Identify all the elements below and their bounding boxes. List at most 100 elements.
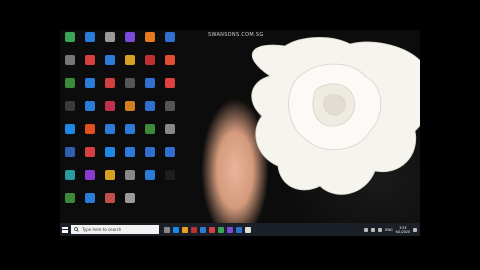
- app-tile-icon: [145, 55, 155, 65]
- system-tray: ENG 3:53 6/1/2020: [364, 226, 420, 234]
- taskbar-app-icon[interactable]: [182, 226, 188, 233]
- desktop-shortcut-icon[interactable]: [102, 55, 118, 77]
- app-tile-icon: [65, 170, 75, 180]
- desktop-shortcut-icon[interactable]: [62, 124, 78, 146]
- app-tile-icon: [145, 124, 155, 134]
- app-tile-icon: [145, 78, 155, 88]
- desktop-shortcut-icon[interactable]: [142, 170, 158, 192]
- desktop-shortcut-icon[interactable]: [122, 147, 138, 169]
- app-tile-icon: [85, 170, 95, 180]
- taskbar-app-icon[interactable]: [227, 226, 233, 233]
- wallpaper-watermark: SWANSONS.COM.SG: [208, 32, 264, 38]
- app-tile-icon: [105, 101, 115, 111]
- desktop-shortcut-icon[interactable]: [142, 55, 158, 77]
- start-button[interactable]: [60, 223, 70, 236]
- desktop-shortcut-icon[interactable]: [142, 147, 158, 169]
- desktop-shortcut-icon[interactable]: [142, 124, 158, 146]
- desktop-shortcut-icon[interactable]: [62, 32, 78, 54]
- app-tile-icon: [85, 124, 95, 134]
- taskbar-app-icon[interactable]: [173, 226, 179, 233]
- desktop-shortcut-icon[interactable]: [122, 124, 138, 146]
- app-tile-icon: [85, 101, 95, 111]
- taskbar-search[interactable]: Type here to search: [71, 225, 159, 234]
- app-tile-icon: [65, 124, 75, 134]
- desktop-shortcut-icon[interactable]: [82, 124, 98, 146]
- desktop-shortcut-icon[interactable]: [162, 124, 178, 146]
- taskbar-app-icon[interactable]: [218, 226, 224, 233]
- desktop-shortcut-icon[interactable]: [62, 78, 78, 100]
- taskbar-app-icon[interactable]: [164, 226, 170, 233]
- language-indicator[interactable]: ENG: [385, 228, 393, 232]
- app-tile-icon: [165, 78, 175, 88]
- desktop-shortcut-icon[interactable]: [82, 78, 98, 100]
- desktop-shortcut-icon[interactable]: [162, 78, 178, 100]
- app-tile-icon: [105, 170, 115, 180]
- desktop-shortcut-icon[interactable]: [142, 101, 158, 123]
- desktop-shortcut-icon[interactable]: [122, 55, 138, 77]
- app-tile-icon: [105, 147, 115, 157]
- desktop-shortcut-icon[interactable]: [162, 147, 178, 169]
- taskbar-app-icon[interactable]: [236, 226, 242, 233]
- flower-wallpaper: [251, 37, 420, 195]
- desktop-shortcut-icon[interactable]: [62, 147, 78, 169]
- app-tile-icon: [165, 147, 175, 157]
- desktop-shortcut-icon[interactable]: [82, 32, 98, 54]
- desktop-shortcut-icon[interactable]: [82, 147, 98, 169]
- taskbar-app-icon[interactable]: [209, 226, 215, 233]
- app-tile-icon: [125, 170, 135, 180]
- desktop-shortcut-icon[interactable]: [62, 193, 78, 215]
- taskbar-app-icon[interactable]: [191, 226, 197, 233]
- app-tile-icon: [165, 101, 175, 111]
- app-tile-icon: [85, 55, 95, 65]
- desktop-shortcut-icon[interactable]: [142, 78, 158, 100]
- network-icon[interactable]: [371, 227, 376, 232]
- app-tile-icon: [145, 32, 155, 42]
- desktop-shortcut-icon[interactable]: [162, 55, 178, 77]
- desktop-shortcut-icon[interactable]: [62, 170, 78, 192]
- desktop-shortcut-icon[interactable]: [62, 101, 78, 123]
- desktop-shortcut-icon[interactable]: [162, 32, 178, 54]
- taskbar-app-icon[interactable]: [200, 226, 206, 233]
- desktop-shortcut-icon[interactable]: [82, 55, 98, 77]
- desktop-shortcut-icon[interactable]: [122, 101, 138, 123]
- desktop-shortcut-icon[interactable]: [82, 193, 98, 215]
- desktop-shortcut-icon[interactable]: [102, 193, 118, 215]
- desktop-shortcut-icon[interactable]: [102, 124, 118, 146]
- desktop-shortcut-icon[interactable]: [122, 78, 138, 100]
- app-tile-icon: [165, 170, 175, 180]
- desktop-shortcut-icon[interactable]: [82, 101, 98, 123]
- app-tile-icon: [145, 170, 155, 180]
- search-placeholder: Type here to search: [82, 227, 122, 232]
- desktop-shortcut-icon[interactable]: [62, 55, 78, 77]
- desktop-shortcut-icon[interactable]: [102, 147, 118, 169]
- clock[interactable]: 3:53 6/1/2020: [396, 226, 410, 234]
- app-tile-icon: [145, 147, 155, 157]
- desktop-shortcut-icon[interactable]: [102, 78, 118, 100]
- desktop-shortcut-icon[interactable]: [102, 170, 118, 192]
- app-tile-icon: [105, 32, 115, 42]
- desktop-shortcut-icon[interactable]: [102, 32, 118, 54]
- app-tile-icon: [85, 193, 95, 203]
- desktop-shortcut-icon[interactable]: [122, 193, 138, 215]
- desktop-shortcut-icon[interactable]: [162, 170, 178, 192]
- app-tile-icon: [105, 55, 115, 65]
- app-tile-icon: [125, 32, 135, 42]
- desktop-shortcut-icon[interactable]: [122, 32, 138, 54]
- clock-date: 6/1/2020: [395, 229, 410, 234]
- app-tile-icon: [125, 147, 135, 157]
- taskbar-app-icon[interactable]: [245, 226, 251, 233]
- desktop-shortcut-icon[interactable]: [122, 170, 138, 192]
- app-tile-icon: [65, 78, 75, 88]
- app-tile-icon: [65, 101, 75, 111]
- taskbar-apps: [164, 226, 251, 233]
- notifications-icon[interactable]: [413, 227, 417, 232]
- desktop-shortcut-icon[interactable]: [82, 170, 98, 192]
- volume-icon[interactable]: [378, 227, 383, 232]
- desktop-shortcut-icon[interactable]: [142, 32, 158, 54]
- app-tile-icon: [125, 193, 135, 203]
- app-tile-icon: [85, 147, 95, 157]
- tray-icon[interactable]: [364, 227, 369, 232]
- app-tile-icon: [65, 193, 75, 203]
- desktop-shortcut-icon[interactable]: [102, 101, 118, 123]
- desktop-shortcut-icon[interactable]: [162, 101, 178, 123]
